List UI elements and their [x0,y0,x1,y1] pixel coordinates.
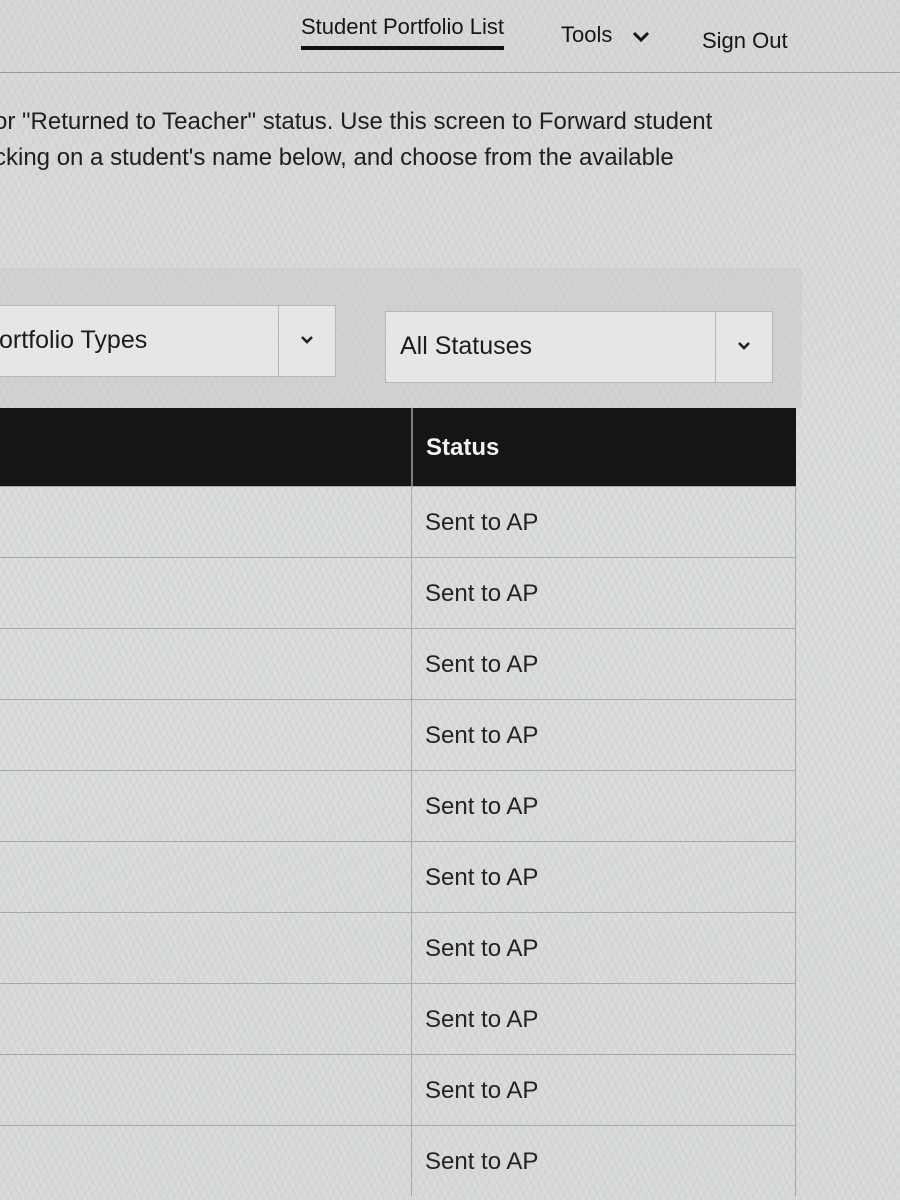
status-dropdown-button[interactable] [715,312,772,382]
row-border [795,842,796,912]
table-row[interactable]: Sent to AP [0,1054,796,1125]
status-cell: Sent to AP [425,509,539,536]
table-row[interactable]: Sent to AP [0,983,796,1054]
portfolio-type-value: ortfolio Types [0,326,148,354]
portfolio-type-dropdown-button[interactable] [278,306,335,376]
nav-tools-label: Tools [561,22,613,47]
student-name-cell[interactable] [0,984,412,1054]
student-name-cell[interactable] [0,629,412,699]
table-header: Status [0,408,796,486]
status-cell: Sent to AP [425,935,539,962]
status-column-header[interactable]: Status [426,434,499,462]
status-cell: Sent to AP [425,1006,539,1033]
student-name-cell[interactable] [0,1055,412,1125]
chevron-down-icon [300,332,314,350]
status-cell: Sent to AP [425,864,539,891]
status-cell: Sent to AP [425,651,539,678]
student-name-cell[interactable] [0,558,412,628]
student-portfolio-table: Status Sent to AP Sent to AP Sent to AP Sen… [0,408,796,1196]
row-border [795,629,796,699]
chevron-down-icon [632,23,650,49]
student-name-cell[interactable] [0,700,412,770]
table-row[interactable]: Sent to AP [0,770,796,841]
table-row[interactable]: Sent to AP [0,628,796,699]
row-border [795,771,796,841]
status-cell: Sent to AP [425,793,539,820]
table-row[interactable]: Sent to AP [0,841,796,912]
student-name-cell[interactable] [0,842,412,912]
status-select[interactable]: All Statuses [385,311,773,383]
portfolio-type-select[interactable]: ortfolio Types [0,305,336,377]
nav-tools-menu[interactable]: Tools [561,22,650,49]
table-row[interactable]: Sent to AP [0,557,796,628]
intro-line-1: or "Returned to Teacher" status. Use thi… [0,108,713,135]
status-cell: Sent to AP [425,1077,539,1104]
row-border [795,487,796,557]
row-border [795,913,796,983]
row-border [795,1126,796,1196]
table-row[interactable]: Sent to AP [0,486,796,557]
table-body: Sent to AP Sent to AP Sent to AP Sent to AP… [0,486,796,1196]
student-name-cell[interactable] [0,771,412,841]
status-value: All Statuses [400,332,533,360]
table-row[interactable]: Sent to AP [0,1125,796,1196]
row-border [795,558,796,628]
chevron-down-icon [737,338,751,356]
table-row[interactable]: Sent to AP [0,912,796,983]
nav-student-portfolio-list[interactable]: Student Portfolio List [301,14,505,50]
row-border [795,700,796,770]
student-name-cell[interactable] [0,913,412,983]
intro-line-2: cking on a student's name below, and cho… [0,144,674,171]
top-navigation: Student Portfolio List Tools Sign Out [0,0,900,73]
status-cell: Sent to AP [425,580,539,607]
status-cell: Sent to AP [425,1148,539,1175]
student-name-cell[interactable] [0,1126,412,1196]
student-name-cell[interactable] [0,487,412,557]
status-cell: Sent to AP [425,722,539,749]
header-column-divider [411,408,413,486]
nav-sign-out[interactable]: Sign Out [702,28,788,54]
row-border [795,1055,796,1125]
intro-text: or "Returned to Teacher" status. Use thi… [0,104,894,176]
table-row[interactable]: Sent to AP [0,699,796,770]
row-border [795,984,796,1054]
